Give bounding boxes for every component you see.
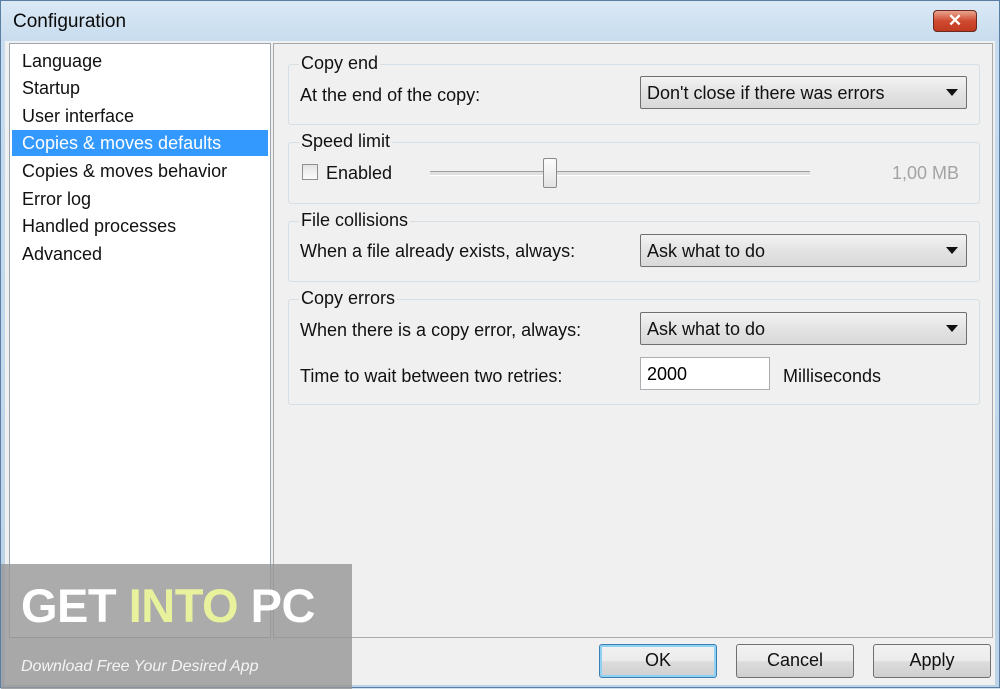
nav-item-language[interactable]: Language xyxy=(12,48,268,74)
close-icon: ✕ xyxy=(947,11,963,30)
title-bar[interactable]: Configuration ✕ xyxy=(1,1,999,41)
select-value: Ask what to do xyxy=(647,319,766,339)
retry-wait-input[interactable] xyxy=(641,358,773,390)
copy-error-label: When there is a copy error, always: xyxy=(300,320,582,340)
chevron-down-icon xyxy=(946,325,958,332)
nav-item-handled-processes[interactable]: Handled processes xyxy=(12,213,268,239)
file-collisions-label: When a file already exists, always: xyxy=(300,241,576,261)
nav-item-label: Language xyxy=(22,51,103,71)
close-button[interactable]: ✕ xyxy=(933,10,977,32)
watermark: GET INTO PC Download Free Your Desired A… xyxy=(1,564,352,689)
select-value: Don't close if there was errors xyxy=(647,83,885,103)
nav-item-label: Error log xyxy=(22,189,92,209)
slider-track xyxy=(430,171,810,176)
file-collisions-select[interactable]: Ask what to do xyxy=(640,234,967,267)
window-title: Configuration xyxy=(13,11,127,32)
nav-item-error-log[interactable]: Error log xyxy=(12,186,268,212)
watermark-tagline: Download Free Your Desired App xyxy=(21,658,259,675)
speed-limit-group: Speed limit Enabled 1,00 MB xyxy=(288,131,980,204)
apply-button[interactable]: Apply xyxy=(873,644,991,678)
nav-item-label: User interface xyxy=(22,106,135,126)
speed-limit-enabled-checkbox[interactable] xyxy=(302,164,318,180)
chevron-down-icon xyxy=(946,89,958,96)
speed-limit-enabled-label[interactable]: Enabled xyxy=(326,163,392,184)
slider-thumb[interactable] xyxy=(543,158,557,188)
group-title: Copy errors xyxy=(299,288,398,309)
group-title: File collisions xyxy=(299,210,411,231)
logo-text-into: INTO xyxy=(128,579,239,632)
speed-limit-value: 1,00 MB xyxy=(891,163,959,183)
copy-error-select[interactable]: Ask what to do xyxy=(640,312,967,345)
group-title: Speed limit xyxy=(299,131,393,152)
nav-item-copies-moves-behavior[interactable]: Copies & moves behavior xyxy=(12,158,268,184)
logo-text-get: GET xyxy=(21,579,129,632)
cancel-button[interactable]: Cancel xyxy=(736,644,854,678)
file-collisions-group: File collisions When a file already exis… xyxy=(288,210,980,282)
nav-item-label: Startup xyxy=(22,78,81,98)
nav-item-copies-moves-defaults[interactable]: Copies & moves defaults xyxy=(12,130,268,156)
chevron-down-icon xyxy=(946,247,958,254)
nav-item-label: Advanced xyxy=(22,244,103,264)
nav-item-startup[interactable]: Startup xyxy=(12,75,268,101)
watermark-logo: GET INTO PC xyxy=(21,578,315,633)
retry-wait-label: Time to wait between two retries: xyxy=(300,366,563,386)
copy-end-group: Copy end At the end of the copy: Don't c… xyxy=(288,53,980,125)
ok-button[interactable]: OK xyxy=(599,644,717,678)
settings-panel: Copy end At the end of the copy: Don't c… xyxy=(273,43,993,638)
nav-item-user-interface[interactable]: User interface xyxy=(12,103,268,129)
logo-text-pc: PC xyxy=(238,579,316,632)
select-value: Ask what to do xyxy=(647,241,766,261)
nav-item-advanced[interactable]: Advanced xyxy=(12,241,268,267)
copy-end-label: At the end of the copy: xyxy=(300,85,481,105)
configuration-window: Configuration ✕ Language Startup User in… xyxy=(0,0,1000,689)
retry-wait-unit: Milliseconds xyxy=(783,366,882,386)
nav-item-label: Handled processes xyxy=(22,216,177,236)
speed-limit-slider[interactable] xyxy=(430,157,810,189)
nav-item-label: Copies & moves defaults xyxy=(22,133,222,153)
group-title: Copy end xyxy=(299,53,381,74)
copy-errors-group: Copy errors When there is a copy error, … xyxy=(288,288,980,405)
retry-wait-input-box[interactable] xyxy=(640,357,773,390)
category-list[interactable]: Language Startup User interface Copies &… xyxy=(9,43,271,638)
copy-end-select[interactable]: Don't close if there was errors xyxy=(640,76,967,109)
nav-item-label: Copies & moves behavior xyxy=(22,161,228,181)
